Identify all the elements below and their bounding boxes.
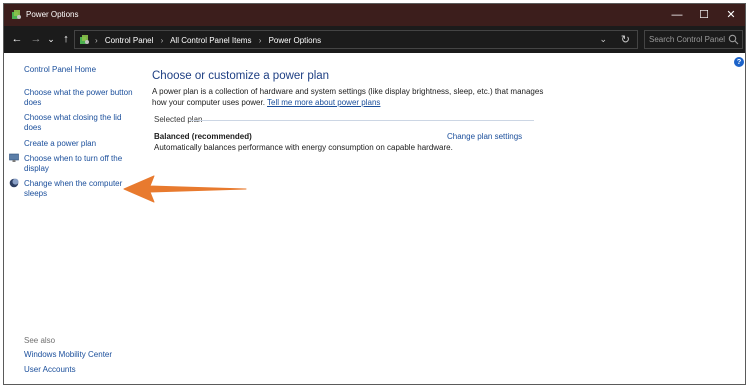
address-box[interactable]: › Control Panel › All Control Panel Item… — [74, 30, 638, 49]
breadcrumb-separator: › — [258, 36, 262, 45]
see-also-label: See also — [24, 336, 56, 345]
monitor-icon — [9, 153, 19, 162]
page-heading: Choose or customize a power plan — [152, 70, 330, 82]
breadcrumb-all-items[interactable]: All Control Panel Items — [170, 36, 251, 45]
close-button[interactable]: ✕ — [717, 7, 745, 23]
section-divider — [190, 120, 534, 121]
plan-description: Automatically balances performance with … — [154, 143, 453, 152]
annotation-arrow-icon — [123, 175, 247, 203]
help-icon[interactable]: ? — [734, 57, 744, 67]
recent-locations-button[interactable]: ⌄ — [44, 32, 58, 46]
search-icon[interactable] — [728, 34, 739, 45]
search-box[interactable] — [644, 30, 743, 49]
refresh-button[interactable]: ↻ — [621, 33, 630, 46]
breadcrumb-power-options[interactable]: Power Options — [269, 36, 321, 45]
turn-off-display-link[interactable]: Choose when to turn off the display — [24, 154, 139, 174]
title-bar: Power Options — ☐ ✕ — [4, 4, 745, 26]
breadcrumb-separator: › — [95, 36, 98, 45]
power-options-window: Power Options — ☐ ✕ ← → ⌄ ↑ › Control Pa… — [3, 3, 746, 385]
breadcrumb-separator: › — [160, 36, 164, 45]
main-content: Choose or customize a power plan A power… — [152, 53, 722, 384]
back-button[interactable]: ← — [10, 32, 24, 46]
change-plan-settings-link[interactable]: Change plan settings — [447, 132, 522, 141]
search-input[interactable] — [645, 31, 729, 48]
forward-button[interactable]: → — [29, 32, 43, 46]
control-panel-home-link[interactable]: Control Panel Home — [24, 65, 96, 75]
plan-name: Balanced (recommended) — [154, 132, 252, 141]
navigation-bar: ← → ⌄ ↑ › Control Panel › All Control Pa… — [4, 26, 745, 53]
window-title: Power Options — [26, 10, 79, 19]
maximize-button[interactable]: ☐ — [690, 7, 718, 23]
user-accounts-link[interactable]: User Accounts — [24, 365, 76, 375]
power-button-link[interactable]: Choose what the power button does — [24, 88, 139, 108]
closing-lid-link[interactable]: Choose what closing the lid does — [24, 113, 139, 133]
mobility-center-link[interactable]: Windows Mobility Center — [24, 350, 112, 360]
power-options-icon — [12, 10, 21, 19]
address-dropdown-button[interactable]: ⌄ — [599, 34, 607, 45]
learn-more-link[interactable]: Tell me more about power plans — [267, 98, 380, 107]
page-description: A power plan is a collection of hardware… — [152, 86, 552, 108]
create-power-plan-link[interactable]: Create a power plan — [24, 139, 139, 149]
task-pane: Control Panel Home Choose what the power… — [4, 53, 144, 384]
sleep-moon-icon — [9, 178, 19, 188]
up-button[interactable]: ↑ — [59, 32, 73, 46]
breadcrumb-control-panel[interactable]: Control Panel — [105, 36, 153, 45]
control-panel-icon — [80, 35, 89, 44]
minimize-button[interactable]: — — [663, 7, 691, 23]
breadcrumb: › Control Panel › All Control Panel Item… — [95, 36, 326, 45]
